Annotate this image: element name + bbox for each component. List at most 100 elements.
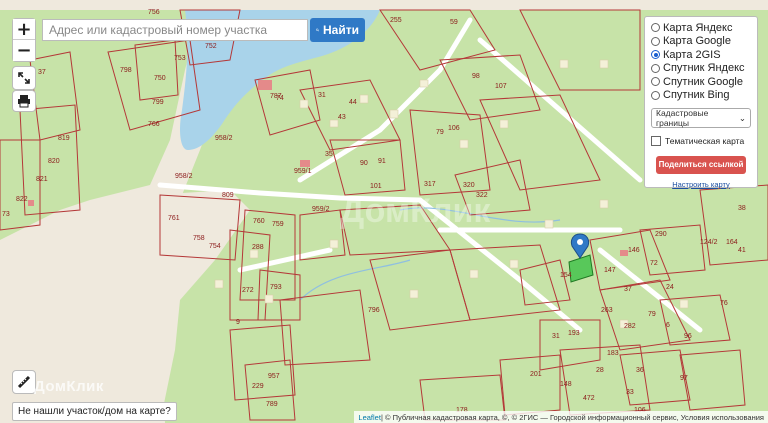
plot-number-label: 73 bbox=[2, 211, 10, 218]
plot-number-label: 820 bbox=[48, 158, 60, 165]
layer-options: Карта Яндекс Карта Google Карта 2GIS Спутни… bbox=[651, 21, 751, 102]
plot-number-label: 31 bbox=[552, 333, 560, 340]
plot-number-label: 793 bbox=[270, 284, 282, 291]
setup-map-link[interactable]: Настроить карту bbox=[651, 180, 751, 189]
plot-number-label: 147 bbox=[604, 267, 616, 274]
plot-number-label: 24 bbox=[666, 284, 674, 291]
zoom-out-button[interactable]: − bbox=[13, 40, 35, 61]
plot-number-label: 766 bbox=[148, 121, 160, 128]
measure-button[interactable] bbox=[12, 370, 36, 394]
layer-type-value: Кадастровые границы bbox=[656, 108, 709, 128]
plot-number-label: 154 bbox=[560, 272, 572, 279]
plot-number-label: 796 bbox=[368, 307, 380, 314]
center-watermark-text: ДомКлик bbox=[340, 192, 491, 230]
search-button-label: Найти bbox=[323, 23, 359, 37]
plot-number-label: 33 bbox=[626, 389, 634, 396]
print-button[interactable] bbox=[12, 90, 36, 112]
plot-number-label: 229 bbox=[252, 383, 264, 390]
thematic-map-checkbox[interactable]: Тематическая карта bbox=[651, 134, 751, 148]
thematic-map-label: Тематическая карта bbox=[665, 135, 745, 146]
not-found-button[interactable]: Не нашли участок/дом на карте? bbox=[12, 402, 177, 421]
fullscreen-button[interactable] bbox=[12, 66, 36, 90]
plot-number-label: 124/2 bbox=[700, 239, 718, 246]
plot-number-label: 37 bbox=[624, 286, 632, 293]
plot-number-label: 957 bbox=[268, 373, 280, 380]
plot-number-label: 146 bbox=[628, 247, 640, 254]
plot-number-label: 98 bbox=[472, 73, 480, 80]
plot-number-label: 9 bbox=[236, 319, 240, 326]
plot-number-label: 753 bbox=[174, 55, 186, 62]
plot-number-label: 290 bbox=[655, 231, 667, 238]
plot-number-label: 76 bbox=[720, 300, 728, 307]
radio-button[interactable] bbox=[651, 23, 660, 33]
plot-number-label: 760 bbox=[253, 218, 265, 225]
layer-option-label: Карта Google bbox=[663, 35, 731, 48]
plot-number-label: 164 bbox=[726, 239, 738, 246]
plot-number-label: 201 bbox=[530, 371, 542, 378]
plot-number-label: 822 bbox=[16, 196, 28, 203]
plot-number-label: 79 bbox=[648, 311, 656, 318]
radio-button[interactable] bbox=[651, 50, 660, 60]
radio-button[interactable] bbox=[651, 77, 660, 87]
layer-option[interactable]: Спутник Яндекс bbox=[651, 62, 751, 76]
plot-number-label: 799 bbox=[152, 99, 164, 106]
plot-number-label: 101 bbox=[370, 183, 382, 190]
plot-number-label: 809 bbox=[222, 192, 234, 199]
plot-number-label: 74 bbox=[276, 95, 284, 102]
plot-number-label: 90 bbox=[360, 160, 368, 167]
plot-number-label: 821 bbox=[36, 176, 48, 183]
plot-number-label: 44 bbox=[349, 99, 357, 106]
radio-button[interactable] bbox=[651, 63, 660, 73]
plot-number-label: 789 bbox=[266, 401, 278, 408]
layer-option[interactable]: Спутник Google bbox=[651, 75, 751, 89]
zoom-control: + − bbox=[12, 18, 36, 62]
layer-option-label: Спутник Google bbox=[663, 75, 743, 88]
plot-number-label: 759 bbox=[272, 221, 284, 228]
zoom-in-button[interactable]: + bbox=[13, 19, 35, 40]
layers-panel: Карта Яндекс Карта Google Карта 2GIS Спутни… bbox=[644, 16, 758, 189]
layer-type-select[interactable]: Кадастровые границы ⌄ bbox=[651, 108, 751, 128]
plot-number-label: 756 bbox=[148, 9, 160, 16]
plot-number-label: 37 bbox=[38, 69, 46, 76]
share-link-button[interactable]: Поделиться ссылкой bbox=[656, 155, 746, 174]
radio-button[interactable] bbox=[651, 36, 660, 46]
layer-option[interactable]: Спутник Bing bbox=[651, 89, 751, 103]
plot-number-label: 96 bbox=[684, 333, 692, 340]
plot-number-label: 28 bbox=[596, 367, 604, 374]
layer-option-label: Спутник Яндекс bbox=[663, 62, 745, 75]
search-input[interactable] bbox=[42, 19, 308, 41]
plot-number-label: 106 bbox=[448, 125, 460, 132]
plot-number-label: 148 bbox=[560, 381, 572, 388]
plot-number-label: 79 bbox=[436, 129, 444, 136]
printer-icon bbox=[18, 95, 30, 108]
plot-number-label: 320 bbox=[463, 182, 475, 189]
plot-number-label: 59 bbox=[450, 19, 458, 26]
plot-number-label: 38 bbox=[738, 205, 746, 212]
leaflet-link[interactable]: Leaflet bbox=[358, 413, 381, 422]
search-button[interactable]: Найти bbox=[310, 18, 365, 42]
plot-number-label: 272 bbox=[242, 287, 254, 294]
plot-number-label: 41 bbox=[738, 247, 746, 254]
layer-option-label: Спутник Bing bbox=[663, 89, 730, 102]
search-icon bbox=[316, 28, 319, 32]
plot-number-label: 43 bbox=[338, 114, 346, 121]
plot-number-label: 193 bbox=[568, 330, 580, 337]
plot-number-label: 36 bbox=[636, 367, 644, 374]
plot-number-label: 750 bbox=[154, 75, 166, 82]
layer-option[interactable]: Карта 2GIS bbox=[651, 48, 751, 62]
layer-option[interactable]: Карта Google bbox=[651, 35, 751, 49]
plot-number-label: 959/1 bbox=[294, 168, 312, 175]
checkbox-box[interactable] bbox=[651, 135, 661, 146]
ruler-icon bbox=[17, 375, 31, 389]
plot-number-label: 107 bbox=[495, 83, 507, 90]
layer-option[interactable]: Карта Яндекс bbox=[651, 21, 751, 35]
plot-number-label: 752 bbox=[205, 43, 217, 50]
layer-option-label: Карта Яндекс bbox=[663, 21, 733, 34]
plot-number-label: 761 bbox=[168, 215, 180, 222]
plot-number-label: 282 bbox=[624, 323, 636, 330]
plot-number-label: 958/2 bbox=[215, 135, 233, 142]
attribution-text: | © Публичная кадастровая карта, ©, © 2Г… bbox=[380, 412, 764, 422]
plot-number-label: 288 bbox=[252, 244, 264, 251]
radio-button[interactable] bbox=[651, 90, 660, 100]
plot-number-label: 819 bbox=[58, 135, 70, 142]
